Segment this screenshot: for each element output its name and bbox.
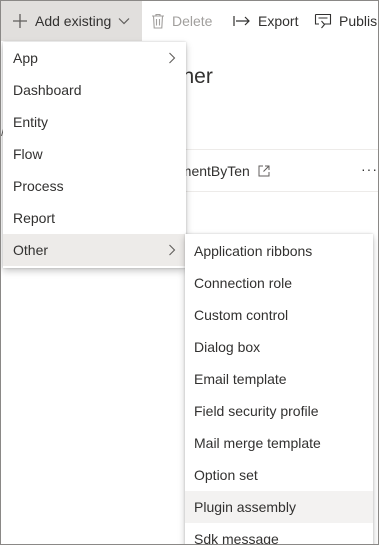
other-submenu: Application ribbons Connection role Cust…	[185, 234, 373, 545]
submenu-item-option-set[interactable]: Option set	[185, 459, 373, 491]
submenu-item-label: Connection role	[194, 275, 293, 291]
menu-item-flow[interactable]: Flow	[3, 138, 186, 170]
menu-item-label: Report	[13, 210, 56, 226]
solution-row-name[interactable]: ementByTen	[172, 163, 270, 179]
submenu-item-label: Email template	[194, 371, 287, 387]
delete-label: Delete	[172, 13, 213, 29]
publish-button[interactable]: Publish	[314, 1, 378, 41]
add-existing-label: Add existing	[35, 13, 112, 29]
submenu-item-sdk-message[interactable]: Sdk message	[185, 523, 373, 545]
menu-item-entity[interactable]: Entity	[3, 106, 186, 138]
trash-icon	[151, 13, 165, 29]
row-more-options-button[interactable]: ···	[361, 161, 378, 177]
plus-icon	[12, 13, 28, 29]
add-existing-menu: App Dashboard Entity Flow Process Report…	[3, 42, 186, 268]
publish-icon	[314, 13, 332, 29]
menu-item-label: Other	[13, 242, 49, 258]
submenu-item-field-security-profile[interactable]: Field security profile	[185, 395, 373, 427]
menu-item-dashboard[interactable]: Dashboard	[3, 74, 186, 106]
chevron-down-icon	[118, 15, 130, 27]
submenu-item-dialog-box[interactable]: Dialog box	[185, 331, 373, 363]
menu-item-process[interactable]: Process	[3, 170, 186, 202]
submenu-item-label: Dialog box	[194, 339, 261, 355]
submenu-item-email-template[interactable]: Email template	[185, 363, 373, 395]
publish-label: Publish	[339, 13, 378, 29]
submenu-item-plugin-assembly[interactable]: Plugin assembly	[185, 491, 373, 523]
submenu-item-connection-role[interactable]: Connection role	[185, 267, 373, 299]
submenu-item-label: Plugin assembly	[194, 499, 296, 515]
row-divider	[186, 191, 378, 192]
chevron-right-icon	[168, 234, 176, 266]
submenu-item-label: Custom control	[194, 307, 289, 323]
submenu-item-label: Option set	[194, 467, 258, 483]
app-window: Add existing Delete Export Publis sher e…	[0, 0, 379, 545]
export-arrow-icon	[233, 14, 251, 28]
submenu-item-mail-merge-template[interactable]: Mail merge template	[185, 427, 373, 459]
command-bar: Add existing Delete Export Publis	[1, 1, 378, 41]
submenu-item-application-ribbons[interactable]: Application ribbons	[185, 235, 373, 267]
delete-button[interactable]: Delete	[151, 1, 212, 41]
export-label: Export	[258, 13, 299, 29]
menu-item-label: Entity	[13, 114, 49, 130]
submenu-item-label: Field security profile	[194, 403, 319, 419]
submenu-item-label: Mail merge template	[194, 435, 321, 451]
submenu-item-custom-control[interactable]: Custom control	[185, 299, 373, 331]
menu-item-label: Dashboard	[13, 82, 82, 98]
export-button[interactable]: Export	[233, 1, 298, 41]
menu-item-label: Flow	[13, 146, 43, 162]
open-external-icon[interactable]	[258, 165, 270, 177]
menu-item-label: App	[13, 50, 38, 66]
chevron-right-icon	[168, 42, 176, 74]
submenu-item-label: Sdk message	[194, 531, 279, 545]
row-divider	[186, 149, 378, 150]
menu-item-app[interactable]: App	[3, 42, 186, 74]
add-existing-button[interactable]: Add existing	[1, 1, 142, 41]
menu-item-other[interactable]: Other	[3, 234, 186, 266]
menu-item-label: Process	[13, 178, 64, 194]
submenu-item-label: Application ribbons	[194, 243, 313, 259]
menu-item-report[interactable]: Report	[3, 202, 186, 234]
